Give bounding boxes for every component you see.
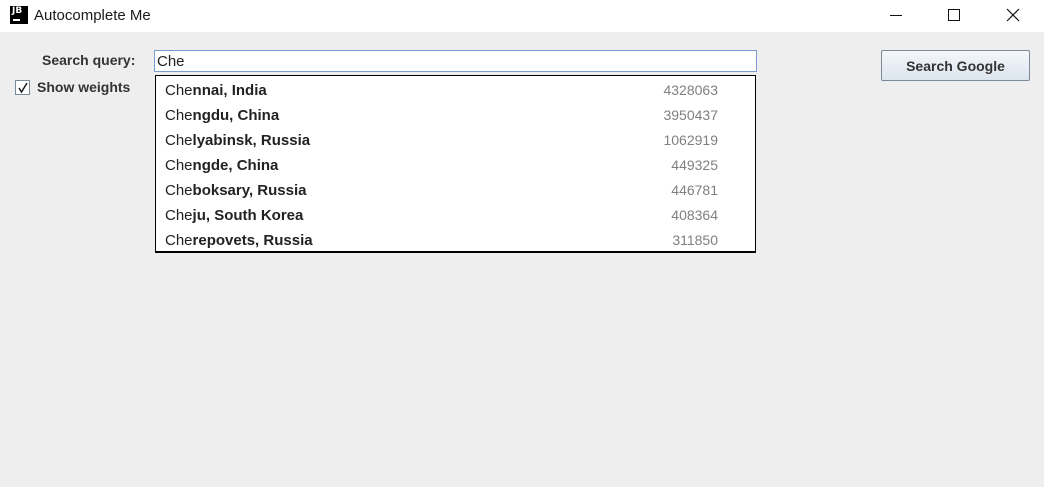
suggestion-text: Chengde, China (165, 157, 278, 174)
window-title: Autocomplete Me (34, 7, 151, 24)
app-logo-text: JB (12, 6, 23, 16)
suggestion-completion: lyabinsk, Russia (192, 132, 311, 149)
suggestion-weight: 408364 (671, 207, 718, 223)
suggestion-item[interactable]: Chennai, India 4328063 (156, 76, 755, 101)
close-button[interactable] (984, 0, 1042, 32)
show-weights-label: Show weights (37, 79, 131, 95)
checkbox-box[interactable] (15, 80, 30, 95)
suggestion-prefix: Che (165, 82, 193, 99)
suggestion-completion: ngde, China (192, 157, 279, 174)
suggestion-weight: 3950437 (663, 107, 718, 123)
minimize-button[interactable] (867, 0, 925, 32)
suggestion-item[interactable]: Cheju, South Korea 408364 (156, 201, 755, 226)
suggestion-prefix: Che (165, 232, 193, 249)
suggestion-prefix: Che (165, 157, 193, 174)
title-bar: JB Autocomplete Me (0, 0, 1044, 32)
app-logo-bar (13, 19, 20, 21)
search-input[interactable] (154, 50, 757, 72)
suggestion-text: Chennai, India (165, 82, 267, 99)
close-icon (1006, 8, 1020, 22)
checkmark-icon (18, 82, 28, 94)
suggestion-weight: 4328063 (663, 82, 718, 98)
suggestion-item[interactable]: Chengde, China 449325 (156, 151, 755, 176)
app-logo-icon: JB (10, 6, 28, 24)
suggestion-weight: 1062919 (663, 132, 718, 148)
suggestion-item[interactable]: Cheboksary, Russia 446781 (156, 176, 755, 201)
autocomplete-list: Chennai, India 4328063 Chengdu, China 39… (155, 75, 756, 253)
search-google-button[interactable]: Search Google (881, 50, 1030, 81)
maximize-button[interactable] (925, 0, 983, 32)
suggestion-weight: 446781 (671, 182, 718, 198)
suggestion-item[interactable]: Chelyabinsk, Russia 1062919 (156, 126, 755, 151)
suggestion-text: Cherepovets, Russia (165, 232, 313, 249)
suggestion-text: Chengdu, China (165, 107, 279, 124)
suggestion-completion: boksary, Russia (192, 182, 307, 199)
suggestion-prefix: Che (165, 132, 193, 149)
suggestion-completion: repovets, Russia (192, 232, 313, 249)
suggestion-completion: nnai, India (192, 82, 267, 99)
minimize-icon (890, 15, 902, 16)
suggestion-prefix: Che (165, 182, 193, 199)
maximize-icon (948, 9, 960, 21)
suggestion-completion: ju, South Korea (192, 207, 304, 224)
suggestion-prefix: Che (165, 207, 193, 224)
suggestion-weight: 311850 (672, 232, 718, 248)
suggestion-completion: ngdu, China (192, 107, 280, 124)
suggestion-prefix: Che (165, 107, 193, 124)
suggestion-item[interactable]: Chengdu, China 3950437 (156, 101, 755, 126)
suggestion-text: Cheboksary, Russia (165, 182, 306, 199)
suggestion-weight: 449325 (671, 157, 718, 173)
suggestion-item[interactable]: Cherepovets, Russia 311850 (156, 226, 755, 251)
suggestion-text: Chelyabinsk, Russia (165, 132, 310, 149)
search-query-label: Search query: (42, 52, 136, 68)
suggestion-text: Cheju, South Korea (165, 207, 303, 224)
